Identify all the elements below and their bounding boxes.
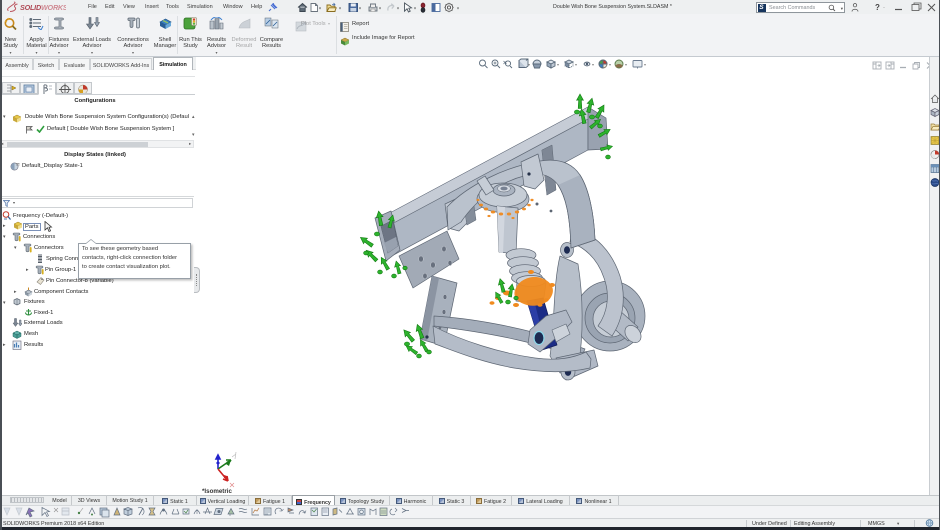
svg-text:▾: ▾ (528, 62, 530, 67)
svg-text:▾: ▾ (397, 6, 399, 11)
svg-text:·: · (883, 5, 885, 11)
svg-text:▾: ▾ (339, 6, 341, 11)
svg-text:?: ? (875, 3, 880, 12)
svg-text:▾: ▾ (644, 62, 646, 67)
svg-text:▾: ▾ (609, 62, 611, 67)
svg-text:*Isometric: *Isometric (202, 488, 232, 495)
svg-text:▾: ▾ (557, 62, 559, 67)
svg-text:▾: ▾ (359, 6, 361, 11)
svg-text:▾: ▾ (575, 62, 577, 67)
svg-text:▾: ▾ (319, 6, 321, 11)
svg-text:▾: ▾ (457, 6, 459, 11)
svg-text:▾: ▾ (625, 62, 627, 67)
svg-text:▾: ▾ (379, 6, 381, 11)
svg-text:▾: ▾ (592, 62, 594, 67)
svg-text:▾: ▾ (414, 6, 416, 11)
